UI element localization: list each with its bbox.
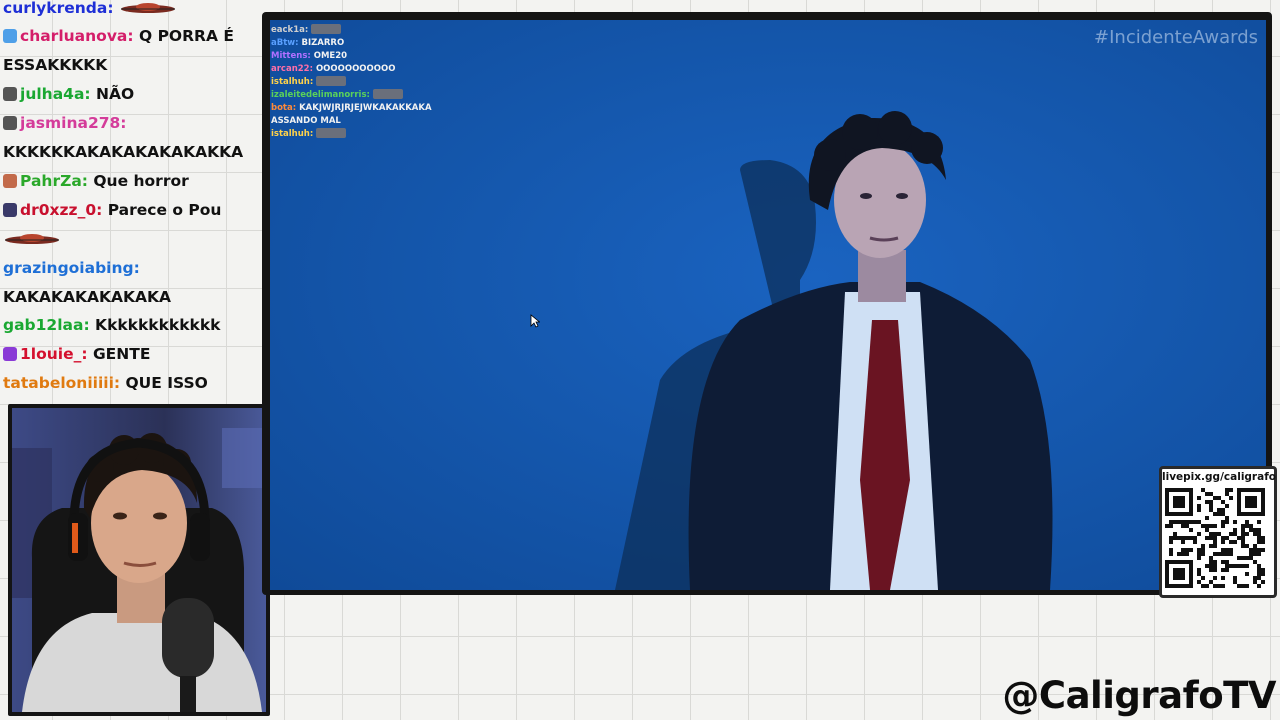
chat-username[interactable]: grazingoiabing: [3,259,140,277]
overlay-emote-icon [316,128,347,138]
chat-text: Parece o Pou [102,201,222,219]
qr-code-icon [1165,488,1265,588]
chat-message: grazingoiabing: [3,254,140,282]
chat-text: KKKKKKAKAKAKAKAKAKKA [3,143,244,161]
chat-message: PahrZa: Que horror [3,167,189,195]
chat-username[interactable]: gab12laa: [3,316,90,334]
overlay-chat-line: istalhuh: [271,128,347,141]
overlay-chat-username: bota: [271,103,300,113]
chat-text: GENTE [87,345,151,363]
chat-text: KAKAKAKAKAKAKA [3,288,172,306]
chat-message: ESSAKKKKK [3,51,107,79]
overlay-chat-text: KAKJWJRJRJEJWKAKAKKAKA [299,103,432,113]
overlay-chat-line: bota: KAKJWJRJRJEJWKAKAKKAKA [271,102,432,115]
chat-message: KAKAKAKAKAKAKA [3,283,171,311]
chat-text: Q PORRA É [133,27,234,45]
chat-text: ESSAKKKKK [3,56,108,74]
overlay-chat-username: izaleitedelimanorris: [271,90,373,100]
chat-message: 1louie_: GENTE [3,340,150,368]
chat-badge-icon [3,116,17,130]
qr-label: livepix.gg/caligrafo [1162,471,1276,483]
chat-badge-icon [3,29,17,43]
hashtag-watermark: #IncidenteAwards [1094,27,1258,48]
chat-message: gab12laa: Kkkkkkkkkkkk [3,311,220,339]
overlay-chat-text: OOOOOOOOOOO [315,64,396,74]
chat-username[interactable]: curlykrenda: [3,0,114,17]
chat-message: tatabeloniiiii: QUE ISSO [3,369,208,397]
chat-badge-icon [3,87,17,101]
overlay-chat-line: Mittens: OME20 [271,50,347,63]
mouse-cursor-icon [530,314,540,328]
chat-message: jasmina278: [3,109,127,137]
overlay-chat-text: ASSANDO MAL [271,116,341,126]
overlay-chat-username: aBtw: [271,38,302,48]
overlay-chat-username: arcan22: [271,64,316,74]
chat-text: NÃO [90,85,135,103]
overlay-chat-text: BIZARRO [301,38,345,48]
overlay-emote-icon [311,24,342,34]
channel-handle: @CaligrafoTV [1002,674,1276,717]
chat-message: curlykrenda: [3,0,177,22]
overlay-chat-line: istalhuh: [271,76,347,89]
chat-badge-icon [3,347,17,361]
chat-username[interactable]: dr0xzz_0: [20,201,102,219]
chat-badge-icon [3,174,17,188]
webcam-feed [8,404,270,716]
overlay-emote-icon [372,89,403,99]
overlay-chat-line: izaleitedelimanorris: [271,89,403,102]
stream-video: eack1a: aBtw: BIZARRO Mittens: OME20 arcan… [270,20,1266,590]
chat-username[interactable]: charluanova: [20,27,134,45]
overlay-chat-username: Mittens: [271,51,314,61]
streamer-image [12,408,266,712]
chat-panel: curlykrenda: charluanova: Q PORRA É ESSAK… [0,0,258,400]
chat-message [3,225,61,253]
chat-badge-icon [3,203,17,217]
chat-username[interactable]: julha4a: [20,85,91,103]
saucer-emote-icon [5,234,59,244]
overlay-chat-line: ASSANDO MAL [271,115,341,128]
overlay-chat-username: eack1a: [271,25,312,35]
overlay-chat-line: arcan22: OOOOOOOOOOO [271,63,395,76]
chat-text: Que horror [87,172,189,190]
chat-username[interactable]: 1louie_: [20,345,88,363]
chat-text: Kkkkkkkkkkkk [89,316,221,334]
overlay-chat-username: istalhuh: [271,77,317,87]
chat-message: dr0xzz_0: Parece o Pou [3,196,221,224]
overlay-chat-line: aBtw: BIZARRO [271,37,344,50]
stream-frame: eack1a: aBtw: BIZARRO Mittens: OME20 arcan… [262,12,1272,595]
overlay-chat-username: istalhuh: [271,129,317,139]
overlay-chat-line: eack1a: [271,24,342,37]
chat-username[interactable]: jasmina278: [20,114,127,132]
overlay-chat-text: OME20 [313,51,348,61]
chat-username[interactable]: PahrZa: [20,172,88,190]
donation-qr-card[interactable]: livepix.gg/caligrafo [1159,466,1277,598]
overlay-emote-icon [316,76,347,86]
chat-message: KKKKKKAKAKAKAKAKAKKA [3,138,243,166]
chat-username[interactable]: tatabeloniiiii: [3,374,120,392]
saucer-emote-icon [120,3,175,13]
chat-message: julha4a: NÃO [3,80,134,108]
chat-text: QUE ISSO [120,374,208,392]
chat-message: charluanova: Q PORRA É [3,22,234,50]
